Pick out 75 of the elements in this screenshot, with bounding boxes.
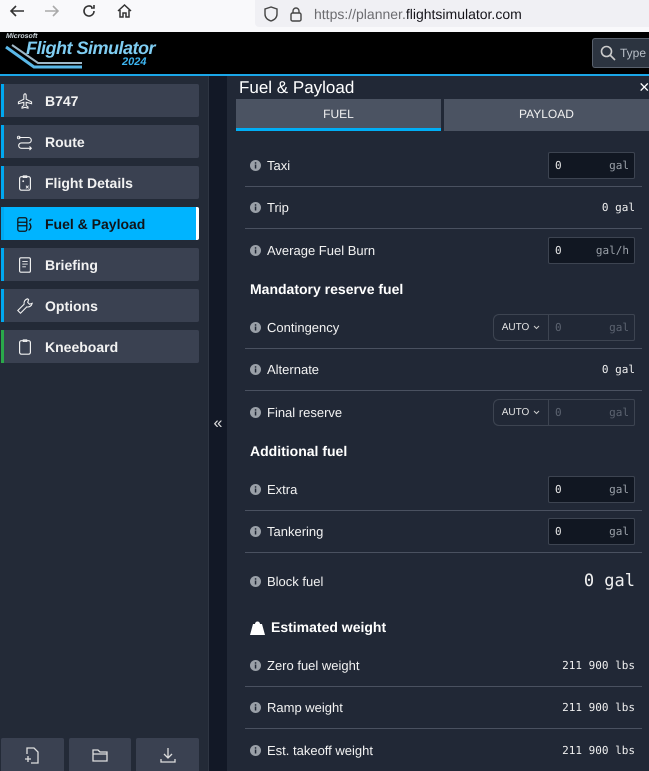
field-value: 211 900 lbs <box>562 701 635 714</box>
url-text: https://planner.flightsimulator.com <box>314 6 522 22</box>
field-label: Trip <box>267 200 289 215</box>
home-icon[interactable] <box>116 3 133 19</box>
tab[interactable]: PAYLOAD <box>444 99 649 131</box>
input-field[interactable]: 0 gal <box>548 476 635 503</box>
collapse-button[interactable]: « <box>214 414 222 432</box>
sidebar-item[interactable]: Fuel & Payload <box>1 207 199 240</box>
back-icon[interactable] <box>8 3 26 19</box>
search-field[interactable]: Type <box>592 38 649 68</box>
field-label: Ramp weight <box>267 700 343 715</box>
info-icon[interactable] <box>250 244 261 256</box>
section-heading: Additional fuel <box>250 443 348 459</box>
info-icon[interactable] <box>250 322 261 333</box>
field-label: Zero fuel weight <box>267 658 360 673</box>
field-label: Alternate <box>267 362 320 377</box>
sidebar-item[interactable]: Kneeboard <box>1 330 199 363</box>
info-icon[interactable] <box>250 526 261 537</box>
chevron-down-icon <box>533 410 540 414</box>
download-button[interactable] <box>136 738 200 771</box>
sidebar-item[interactable]: Briefing <box>1 248 199 281</box>
reload-icon[interactable] <box>81 3 97 19</box>
address-bar[interactable]: https://planner.flightsimulator.com <box>255 0 649 27</box>
wrench-icon <box>16 296 34 314</box>
info-icon[interactable] <box>250 702 261 713</box>
sidebar-item[interactable]: Options <box>1 289 199 322</box>
field-value: 0 gal <box>602 201 635 214</box>
mode-dropdown[interactable]: AUTO <box>493 398 548 426</box>
shield-icon[interactable] <box>264 6 278 22</box>
field-label: Taxi <box>267 158 290 173</box>
section-heading: Mandatory reserve fuel <box>250 281 404 297</box>
field-label: Extra <box>267 482 298 497</box>
info-icon[interactable] <box>250 660 261 671</box>
info-icon[interactable] <box>250 576 261 586</box>
field-label: Block fuel <box>267 574 324 588</box>
airplane-icon <box>16 92 34 110</box>
weight-icon <box>250 620 265 634</box>
close-button[interactable]: × <box>639 77 649 98</box>
info-icon[interactable] <box>250 364 261 375</box>
info-icon[interactable] <box>250 484 261 495</box>
sidebar-item[interactable]: B747 <box>1 84 199 117</box>
input-field[interactable]: 0 gal <box>548 152 635 179</box>
input-field[interactable]: 0 gal/h <box>548 236 635 264</box>
field-label: Contingency <box>267 320 340 335</box>
field-value: 211 900 lbs <box>562 659 635 672</box>
field-value: 211 900 lbs <box>562 744 635 756</box>
document-icon <box>16 256 34 274</box>
info-icon[interactable] <box>250 202 261 213</box>
total-value: 0 gal <box>584 571 635 591</box>
field-label: Tankering <box>267 524 324 539</box>
sidebar-item[interactable]: Flight Details <box>1 166 199 199</box>
new-file-button[interactable] <box>1 738 64 771</box>
info-icon[interactable] <box>250 406 261 418</box>
field-label: Average Fuel Burn <box>267 242 376 258</box>
field-label: Final reserve <box>267 404 342 420</box>
field-label: Est. takeoff weight <box>267 742 373 758</box>
route-icon <box>16 132 34 150</box>
new-file-icon <box>23 746 42 764</box>
lock-icon <box>290 6 302 22</box>
download-icon <box>158 746 177 764</box>
open-folder-button[interactable] <box>68 738 132 771</box>
field-value: 0 gal <box>602 363 635 376</box>
clipboard-icon <box>16 174 34 192</box>
search-icon <box>600 45 616 61</box>
mode-dropdown[interactable]: AUTO <box>493 314 548 341</box>
section-heading: Estimated weight <box>271 619 386 635</box>
info-icon[interactable] <box>250 160 261 171</box>
chevron-down-icon <box>533 325 540 330</box>
sidebar-item[interactable]: Route <box>1 125 199 158</box>
info-icon[interactable] <box>250 744 261 756</box>
panel-title: Fuel & Payload <box>239 78 354 98</box>
fuel-icon <box>16 214 34 232</box>
input-field[interactable]: 0 gal <box>548 518 635 545</box>
tab[interactable]: FUEL <box>236 99 441 131</box>
clipboard-icon <box>16 338 34 356</box>
